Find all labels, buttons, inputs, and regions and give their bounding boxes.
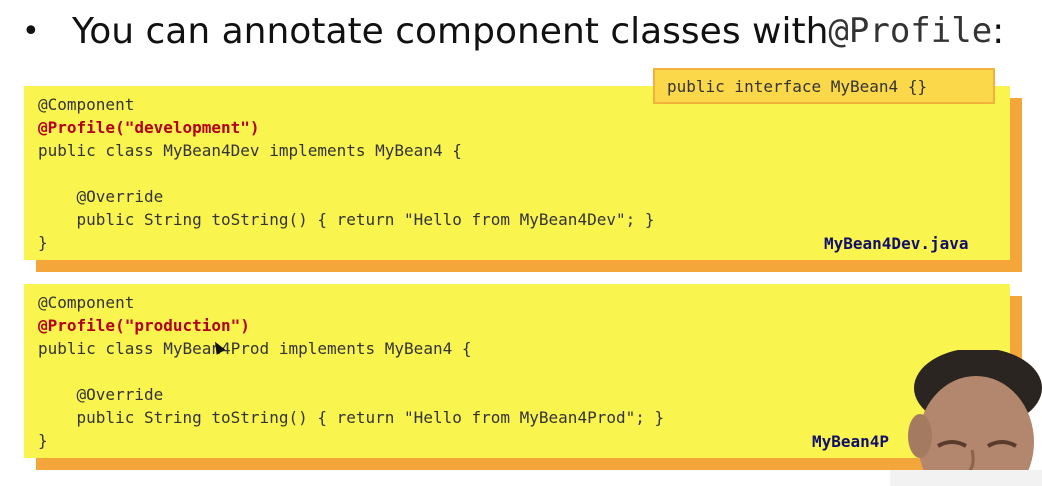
heading-code: @Profile: [828, 11, 993, 51]
code-line: @Component: [38, 293, 135, 312]
profile-annotation-line: @Profile("production"): [38, 316, 250, 335]
interface-callout: public interface MyBean4 {}: [653, 68, 995, 104]
heading-suffix: :: [992, 10, 1005, 52]
code-line: }: [38, 233, 48, 252]
code-line: }: [38, 431, 48, 450]
code-line: public String toString() { return "Hello…: [38, 408, 665, 427]
code-line: @Override: [38, 385, 164, 404]
profile-annotation-line: @Profile("development"): [38, 118, 260, 137]
bullet-marker: •: [22, 13, 40, 49]
filename-label: MyBean4Dev.java: [824, 234, 969, 253]
presenter-face-icon: [890, 350, 1042, 486]
code-line: @Override: [38, 187, 164, 206]
slide-bullet-heading: • You can annotate component classes wit…: [22, 6, 1004, 56]
presenter-webcam: [890, 350, 1042, 486]
code-line: public class MyBean4Dev implements MyBea…: [38, 141, 462, 160]
code-line: public class MyBean4Prod implements MyBe…: [38, 339, 472, 358]
heading-text: You can annotate component classes with: [72, 10, 829, 52]
code-panel-dev: @Component @Profile("development") publi…: [24, 86, 1010, 260]
code-line: public String toString() { return "Hello…: [38, 210, 655, 229]
filename-label: MyBean4P: [812, 432, 890, 451]
code-line: @Component: [38, 95, 135, 114]
code-panel-prod: @Component @Profile("production") public…: [24, 284, 1010, 458]
